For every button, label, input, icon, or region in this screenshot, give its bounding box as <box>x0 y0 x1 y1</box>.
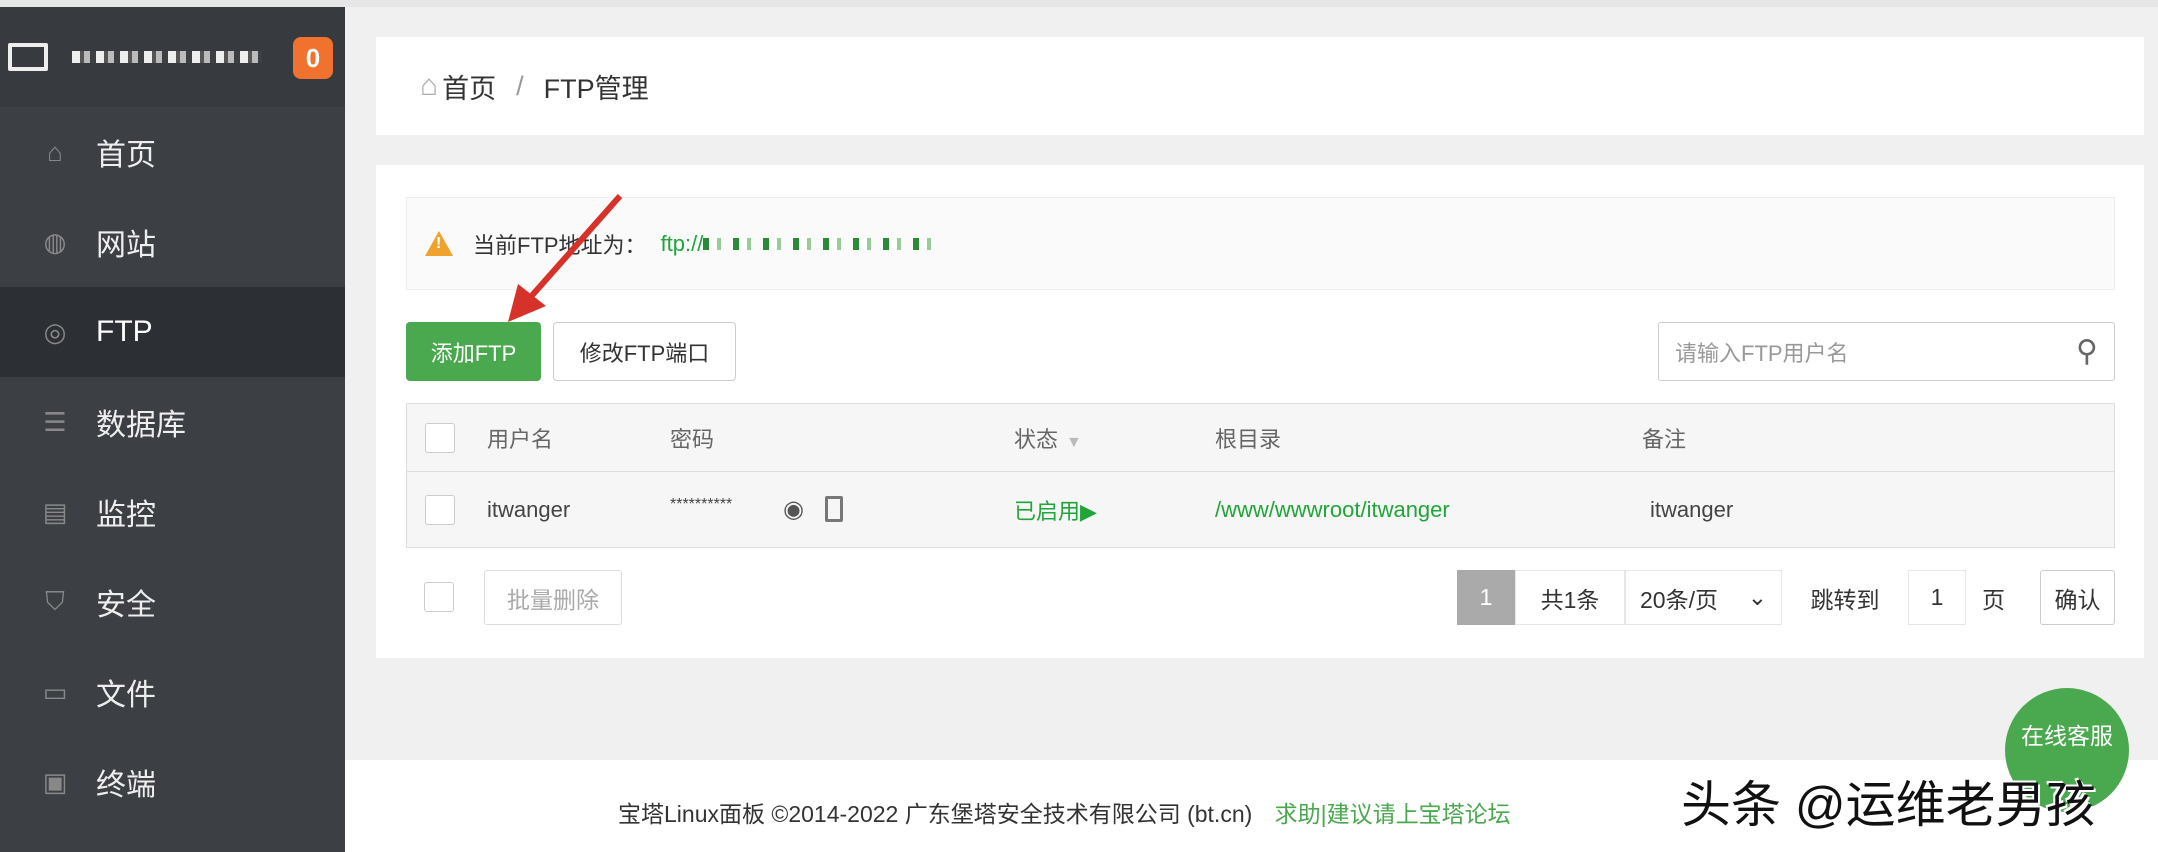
footer-text: 宝塔Linux面板 ©2014-2022 广东堡塔安全技术有限公司 (bt.cn… <box>618 795 1511 829</box>
watermark: 头条 @运维老男孩 <box>1681 777 2096 833</box>
forum-link[interactable]: 求助|建议请上宝塔论坛 <box>1275 801 1511 827</box>
copyright: 宝塔Linux面板 ©2014-2022 广东堡塔安全技术有限公司 (bt.cn… <box>618 801 1253 827</box>
red-arrow-annotation <box>508 194 623 322</box>
